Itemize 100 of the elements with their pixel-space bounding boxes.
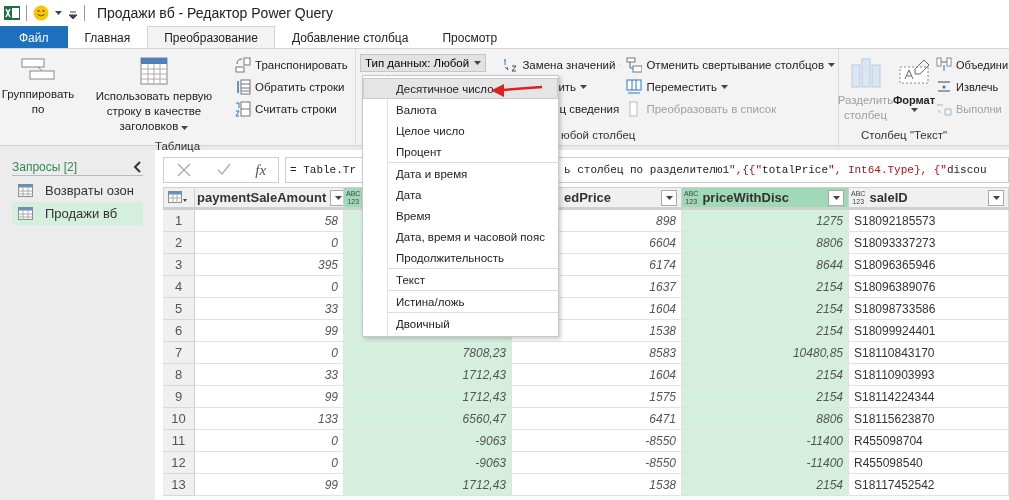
menu-item[interactable]: Целое число <box>363 120 558 141</box>
row-number: 13 <box>163 474 195 496</box>
table-cell: S18117452542 <box>849 474 1009 496</box>
split-column-icon <box>849 57 882 89</box>
count-rows-icon <box>235 100 251 117</box>
table-cell: S18098733586 <box>849 298 1009 320</box>
row-number: 1 <box>163 210 195 232</box>
table-cell: 1712,43 <box>344 474 512 496</box>
column-title: saleID <box>869 190 909 205</box>
table-cell: 8806 <box>682 232 849 254</box>
table-cell: -9063 <box>344 452 512 474</box>
table-cell: 2154 <box>682 276 849 298</box>
cancel-icon <box>175 162 192 178</box>
count-rows-button[interactable]: Считать строки <box>232 99 351 118</box>
row-number: 9 <box>163 386 195 408</box>
table-cell: S18114224344 <box>849 386 1009 408</box>
row-number: 2 <box>163 232 195 254</box>
format-button[interactable]: Формат <box>892 53 936 127</box>
table-cell: 8806 <box>682 408 849 430</box>
table-cell: -11400 <box>682 430 849 452</box>
collapse-icon <box>133 161 143 173</box>
reverse-rows-button[interactable]: Обратить строки <box>232 77 351 96</box>
function-icon[interactable]: fx <box>255 161 267 179</box>
menu-item[interactable]: Десятичное число <box>363 78 558 99</box>
table-cell: 2154 <box>682 474 849 496</box>
data-type-dropdown[interactable]: Тип данных: Любой <box>360 54 487 72</box>
dropdown-caret-icon <box>55 11 62 15</box>
table-cell: S18096389076 <box>849 276 1009 298</box>
group-by-button[interactable]: Группировать по <box>0 53 76 138</box>
row-number: 10 <box>163 408 195 430</box>
table-menu-icon <box>168 191 188 204</box>
row-number: 8 <box>163 364 195 386</box>
table-cell: 7808,23 <box>344 342 512 364</box>
table-cell: 1712,43 <box>344 364 512 386</box>
extract-icon <box>936 78 952 95</box>
table-cell: 6560,47 <box>344 408 512 430</box>
file-tab[interactable]: Файл <box>0 26 68 48</box>
merge-columns-icon <box>936 56 952 73</box>
group-label: Столбец "Текст" <box>860 128 948 143</box>
table-cell: 1275 <box>682 210 849 232</box>
table-cell: 2154 <box>682 298 849 320</box>
move-columns-icon <box>626 78 643 95</box>
move-button[interactable]: Переместить <box>623 77 838 96</box>
transpose-icon <box>235 56 251 73</box>
table-cell: S18110843170 <box>849 342 1009 364</box>
filter-dropdown[interactable] <box>828 189 844 206</box>
table-cell: 1538 <box>512 474 682 496</box>
pivot-column-button[interactable]: ц сведения <box>556 99 623 118</box>
row-number: 11 <box>163 430 195 452</box>
reverse-rows-icon <box>235 78 251 95</box>
use-first-row-button[interactable]: Использовать первую строку в качестве заголовков <box>76 53 232 138</box>
row-number: 4 <box>163 276 195 298</box>
merge-columns-button[interactable]: Объедини <box>933 55 1009 74</box>
query-item[interactable]: Продажи вб <box>12 202 143 225</box>
filter-dropdown[interactable] <box>330 189 343 206</box>
group-label: Таблица <box>154 139 201 154</box>
table-cell: 2154 <box>682 386 849 408</box>
query-item[interactable]: Возвраты озон <box>12 179 143 202</box>
table-cell: 10480,85 <box>682 342 849 364</box>
group-by-icon <box>20 57 56 83</box>
menu-item[interactable]: Дата и время <box>363 163 558 184</box>
menu-item[interactable]: Валюта <box>363 99 558 120</box>
transpose-button[interactable]: Транспонировать <box>232 55 351 74</box>
table-cell: R455098540 <box>849 452 1009 474</box>
column-title: edPrice <box>563 190 612 205</box>
table-cell: R455098704 <box>849 430 1009 452</box>
unpivot-columns-button[interactable]: Отменить свертывание столбцов <box>623 55 838 74</box>
table-cell: S18110903993 <box>849 364 1009 386</box>
ribbon-tab[interactable]: Преобразование <box>147 26 275 48</box>
column-title: priceWithDisc <box>702 190 790 205</box>
window-title: Продажи вб - Редактор Power Query <box>97 5 333 21</box>
queries-title: Запросы [2] <box>12 160 78 174</box>
row-number: 6 <box>163 320 195 342</box>
table-cell: S18093337273 <box>849 232 1009 254</box>
table-icon <box>140 57 168 85</box>
table-cell: S18092185573 <box>849 210 1009 232</box>
table-icon <box>18 207 33 220</box>
table-cell: S18115623870 <box>849 408 1009 430</box>
table-cell: 2154 <box>682 320 849 342</box>
row-number: 3 <box>163 254 195 276</box>
group-label: юбой столбец <box>561 128 636 143</box>
table-cell: S18096365946 <box>849 254 1009 276</box>
table-cell: 2154 <box>682 364 849 386</box>
row-number: 5 <box>163 298 195 320</box>
table-cell: -9063 <box>344 430 512 452</box>
column-header[interactable]: paymentSaleAmount <box>195 187 344 210</box>
replace-values-button[interactable]: Замена значений <box>499 55 624 74</box>
filter-dropdown[interactable] <box>988 189 1004 206</box>
filter-dropdown[interactable] <box>661 189 677 206</box>
extract-button[interactable]: Извлечь <box>933 77 1009 96</box>
fill-button[interactable]: ить <box>555 77 591 96</box>
table-cell: 8644 <box>682 254 849 276</box>
row-number: 12 <box>163 452 195 474</box>
excel-icon <box>4 5 20 21</box>
smiley-icon <box>33 5 49 21</box>
column-title: paymentSaleAmount <box>197 190 327 205</box>
row-number: 7 <box>163 342 195 364</box>
unpivot-icon <box>626 56 643 73</box>
table-cell: S18099924401 <box>849 320 1009 342</box>
table-cell: -11400 <box>682 452 849 474</box>
